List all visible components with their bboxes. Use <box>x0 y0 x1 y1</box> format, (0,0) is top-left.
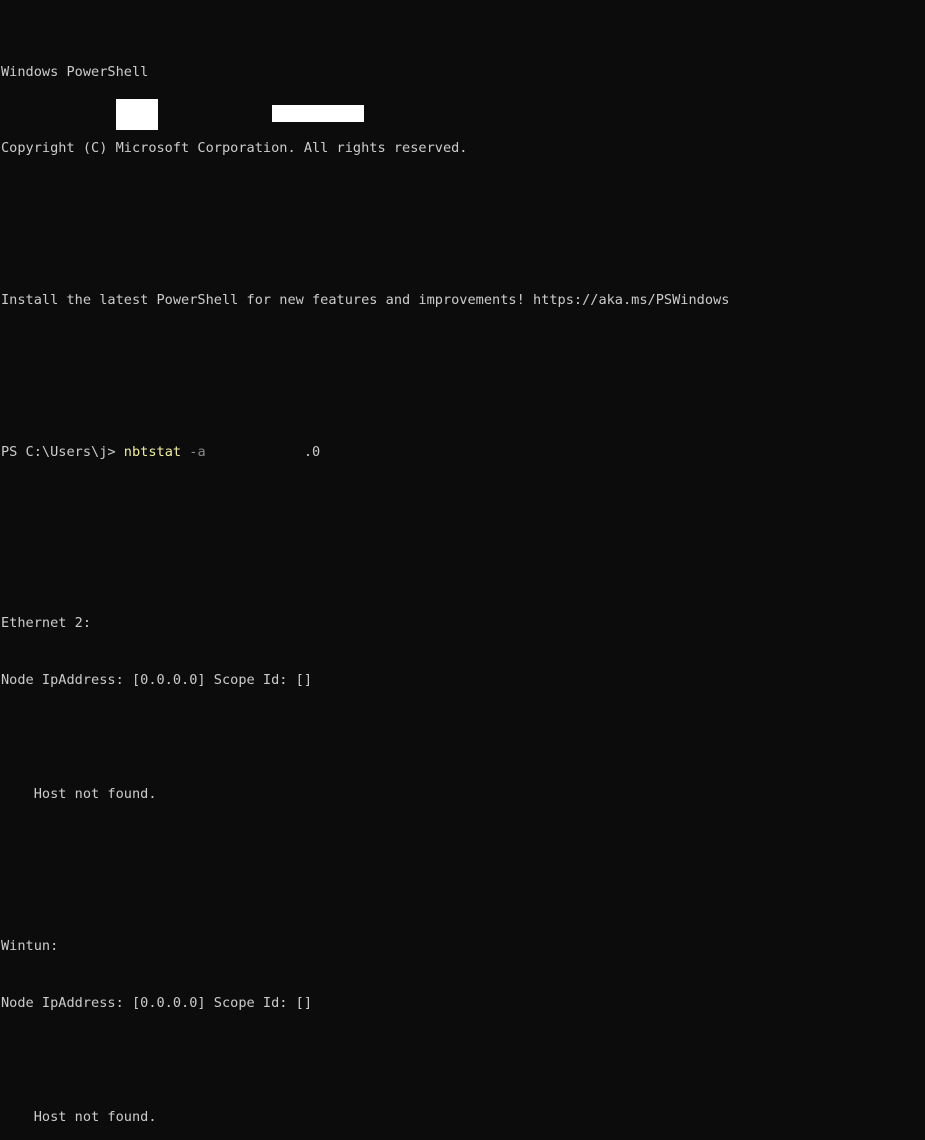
banner-line-copyright: Copyright (C) Microsoft Corporation. All… <box>1 140 468 156</box>
redaction-box-ip-address <box>272 105 364 122</box>
banner-line-title: Windows PowerShell <box>1 64 149 80</box>
banner-line-install: Install the latest PowerShell for new fe… <box>1 292 730 308</box>
adapter-result: Host not found. <box>1 786 157 802</box>
prompt-path: PS C:\Users\j <box>1 444 108 460</box>
redaction-box-username <box>116 99 158 130</box>
powershell-terminal[interactable]: Windows PowerShell Copyright (C) Microso… <box>0 0 925 1125</box>
adapter-node-ipaddress: Node IpAddress: [0.0.0.0] Scope Id: [] <box>1 672 312 688</box>
command-arg-suffix: .0 <box>303 444 321 460</box>
adapter-name: Wintun: <box>1 938 59 954</box>
prompt-line[interactable]: PS C:\Users\j> nbtstat -a .0 <box>1 443 925 462</box>
command-name: nbtstat <box>123 444 182 460</box>
command-arg-space <box>206 444 304 460</box>
adapter-name: Ethernet 2: <box>1 615 92 631</box>
prompt-caret: > <box>107 444 124 460</box>
adapter-result: Host not found. <box>1 1109 157 1125</box>
adapter-node-ipaddress: Node IpAddress: [0.0.0.0] Scope Id: [] <box>1 995 312 1011</box>
command-parameter: -a <box>189 444 206 460</box>
